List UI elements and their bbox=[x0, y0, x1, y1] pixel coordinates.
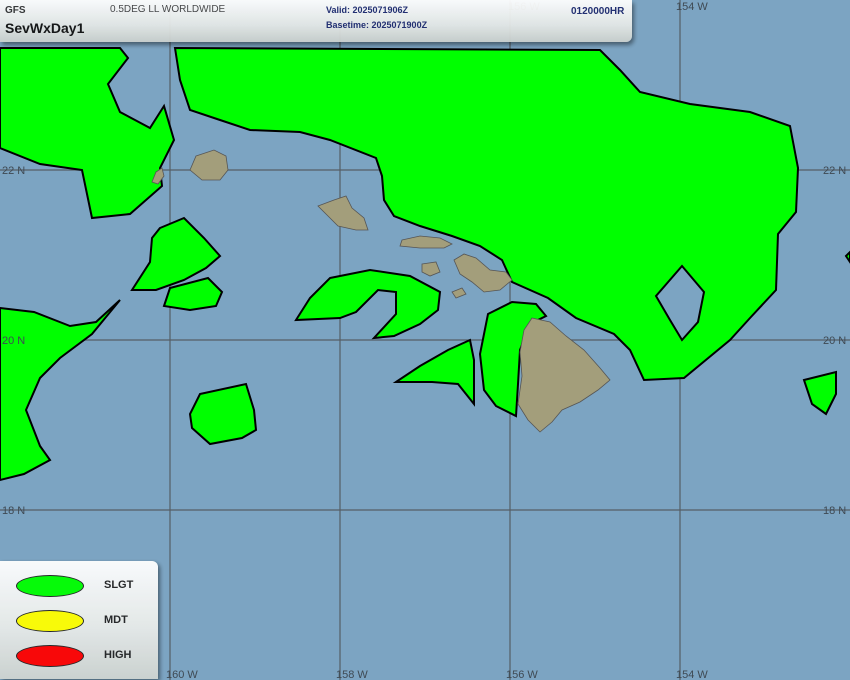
lon-label-156w: 156 W bbox=[506, 669, 538, 680]
model-name: GFS bbox=[5, 5, 26, 16]
legend-panel: SLGT MDT HIGH bbox=[0, 561, 158, 679]
forecast-hour: 0120000HR bbox=[571, 6, 625, 17]
lon-label-160w: 160 W bbox=[166, 669, 198, 680]
legend-label-mdt: MDT bbox=[104, 614, 128, 626]
product-title: SevWxDay1 bbox=[5, 20, 85, 36]
legend-label-slgt: SLGT bbox=[104, 579, 134, 591]
lat-label-18n: 18 N bbox=[2, 505, 25, 517]
grid-description: 0.5DEG LL WORLDWIDE bbox=[110, 4, 226, 15]
legend-label-high: HIGH bbox=[104, 649, 132, 661]
lon-label-154w-top: 154 W bbox=[676, 1, 708, 13]
lat-label-20n-right: 20 N bbox=[823, 335, 846, 347]
legend-item-high: HIGH bbox=[0, 641, 158, 671]
legend-swatch-mdt bbox=[16, 610, 84, 632]
lat-label-18n-right: 18 N bbox=[823, 505, 846, 517]
legend-item-mdt: MDT bbox=[0, 606, 158, 636]
legend-swatch-slgt bbox=[16, 575, 84, 597]
slight-risk-area-southwest bbox=[188, 382, 258, 446]
lat-label-22n: 22 N bbox=[2, 165, 25, 177]
legend-swatch-high bbox=[16, 645, 84, 667]
lat-label-20n: 20 N bbox=[2, 335, 25, 347]
lat-label-22n-right: 22 N bbox=[823, 165, 846, 177]
valid-time: Valid: 2025071906Z bbox=[326, 5, 409, 15]
header-panel: GFS SevWxDay1 0.5DEG LL WORLDWIDE Valid:… bbox=[0, 0, 632, 42]
lon-label-154w: 154 W bbox=[676, 669, 708, 680]
lon-label-158w: 158 W bbox=[336, 669, 368, 680]
legend-item-slgt: SLGT bbox=[0, 571, 158, 601]
base-time: Basetime: 2025071900Z bbox=[326, 20, 428, 30]
